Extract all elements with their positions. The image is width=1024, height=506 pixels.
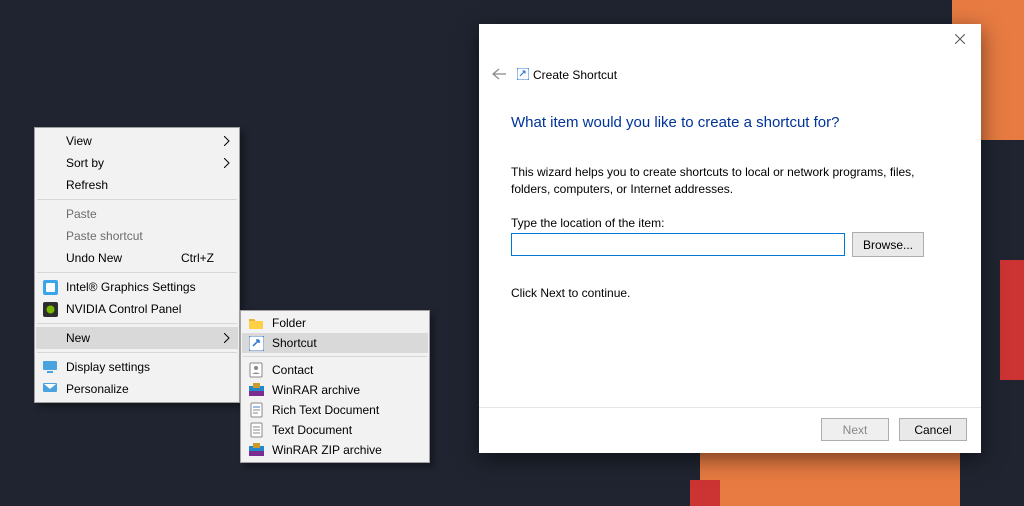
- menu-item-sort-by[interactable]: Sort by: [36, 152, 238, 174]
- label: Undo New: [66, 251, 122, 265]
- separator: [37, 272, 237, 273]
- personalize-icon: [42, 381, 58, 397]
- shortcut-icon: [248, 335, 264, 351]
- location-input[interactable]: [511, 233, 845, 256]
- menu-item-undo-new[interactable]: Undo New Ctrl+Z: [36, 247, 238, 269]
- menu-item-display-settings[interactable]: Display settings: [36, 356, 238, 378]
- chevron-right-icon: [224, 158, 230, 168]
- desktop-context-menu: View Sort by Refresh Paste Paste shortcu…: [34, 127, 240, 403]
- breadcrumb: Create Shortcut: [533, 68, 617, 82]
- contact-icon: [248, 362, 264, 378]
- shortcut-icon: [517, 68, 529, 83]
- separator: [479, 407, 981, 408]
- label: Rich Text Document: [272, 403, 379, 417]
- menu-item-paste: Paste: [36, 203, 238, 225]
- label: Personalize: [66, 382, 129, 396]
- dialog-description: This wizard helps you to create shortcut…: [511, 164, 941, 199]
- label: Display settings: [66, 360, 150, 374]
- label: WinRAR ZIP archive: [272, 443, 382, 457]
- label: NVIDIA Control Panel: [66, 302, 181, 316]
- label: Sort by: [66, 156, 104, 170]
- menu-item-view[interactable]: View: [36, 130, 238, 152]
- separator: [37, 323, 237, 324]
- winrar-zip-icon: [248, 442, 264, 458]
- nvidia-icon: [42, 301, 58, 317]
- back-button[interactable]: [491, 68, 507, 83]
- submenu-item-rtf[interactable]: Rich Text Document: [242, 400, 428, 420]
- dialog-heading: What item would you like to create a sho…: [511, 114, 839, 131]
- separator: [37, 199, 237, 200]
- menu-item-new[interactable]: New: [36, 327, 238, 349]
- chevron-right-icon: [224, 333, 230, 343]
- cancel-button[interactable]: Cancel: [899, 418, 967, 441]
- label: Refresh: [66, 178, 108, 192]
- separator: [243, 356, 427, 357]
- shortcut-text: Ctrl+Z: [181, 251, 214, 265]
- intel-icon: [42, 279, 58, 295]
- menu-item-paste-shortcut: Paste shortcut: [36, 225, 238, 247]
- label: New: [66, 331, 90, 345]
- new-submenu: Folder Shortcut Contact WinRAR archive R…: [240, 310, 430, 463]
- label: Intel® Graphics Settings: [66, 280, 196, 294]
- next-button[interactable]: Next: [821, 418, 889, 441]
- bg-block: [1000, 260, 1024, 380]
- create-shortcut-dialog: Create Shortcut What item would you like…: [479, 24, 981, 453]
- label: View: [66, 134, 92, 148]
- label: Folder: [272, 316, 306, 330]
- label: Contact: [272, 363, 313, 377]
- separator: [37, 352, 237, 353]
- submenu-item-shortcut[interactable]: Shortcut: [242, 333, 428, 353]
- bg-block: [690, 480, 720, 506]
- close-button[interactable]: [939, 24, 981, 54]
- folder-icon: [248, 315, 264, 331]
- browse-button[interactable]: Browse...: [852, 232, 924, 257]
- submenu-item-contact[interactable]: Contact: [242, 360, 428, 380]
- display-icon: [42, 359, 58, 375]
- menu-item-personalize[interactable]: Personalize: [36, 378, 238, 400]
- menu-item-refresh[interactable]: Refresh: [36, 174, 238, 196]
- label: WinRAR archive: [272, 383, 360, 397]
- label: Paste: [66, 207, 97, 221]
- label: Shortcut: [272, 336, 317, 350]
- chevron-right-icon: [224, 136, 230, 146]
- submenu-item-winrar[interactable]: WinRAR archive: [242, 380, 428, 400]
- continue-hint: Click Next to continue.: [511, 286, 630, 300]
- txt-icon: [248, 422, 264, 438]
- location-label: Type the location of the item:: [511, 216, 664, 230]
- winrar-icon: [248, 382, 264, 398]
- label: Text Document: [272, 423, 352, 437]
- menu-item-nvidia[interactable]: NVIDIA Control Panel: [36, 298, 238, 320]
- menu-item-intel-graphics[interactable]: Intel® Graphics Settings: [36, 276, 238, 298]
- submenu-item-txt[interactable]: Text Document: [242, 420, 428, 440]
- button-bar: Next Cancel: [479, 407, 981, 453]
- rtf-icon: [248, 402, 264, 418]
- label: Paste shortcut: [66, 229, 143, 243]
- submenu-item-winrar-zip[interactable]: WinRAR ZIP archive: [242, 440, 428, 460]
- submenu-item-folder[interactable]: Folder: [242, 313, 428, 333]
